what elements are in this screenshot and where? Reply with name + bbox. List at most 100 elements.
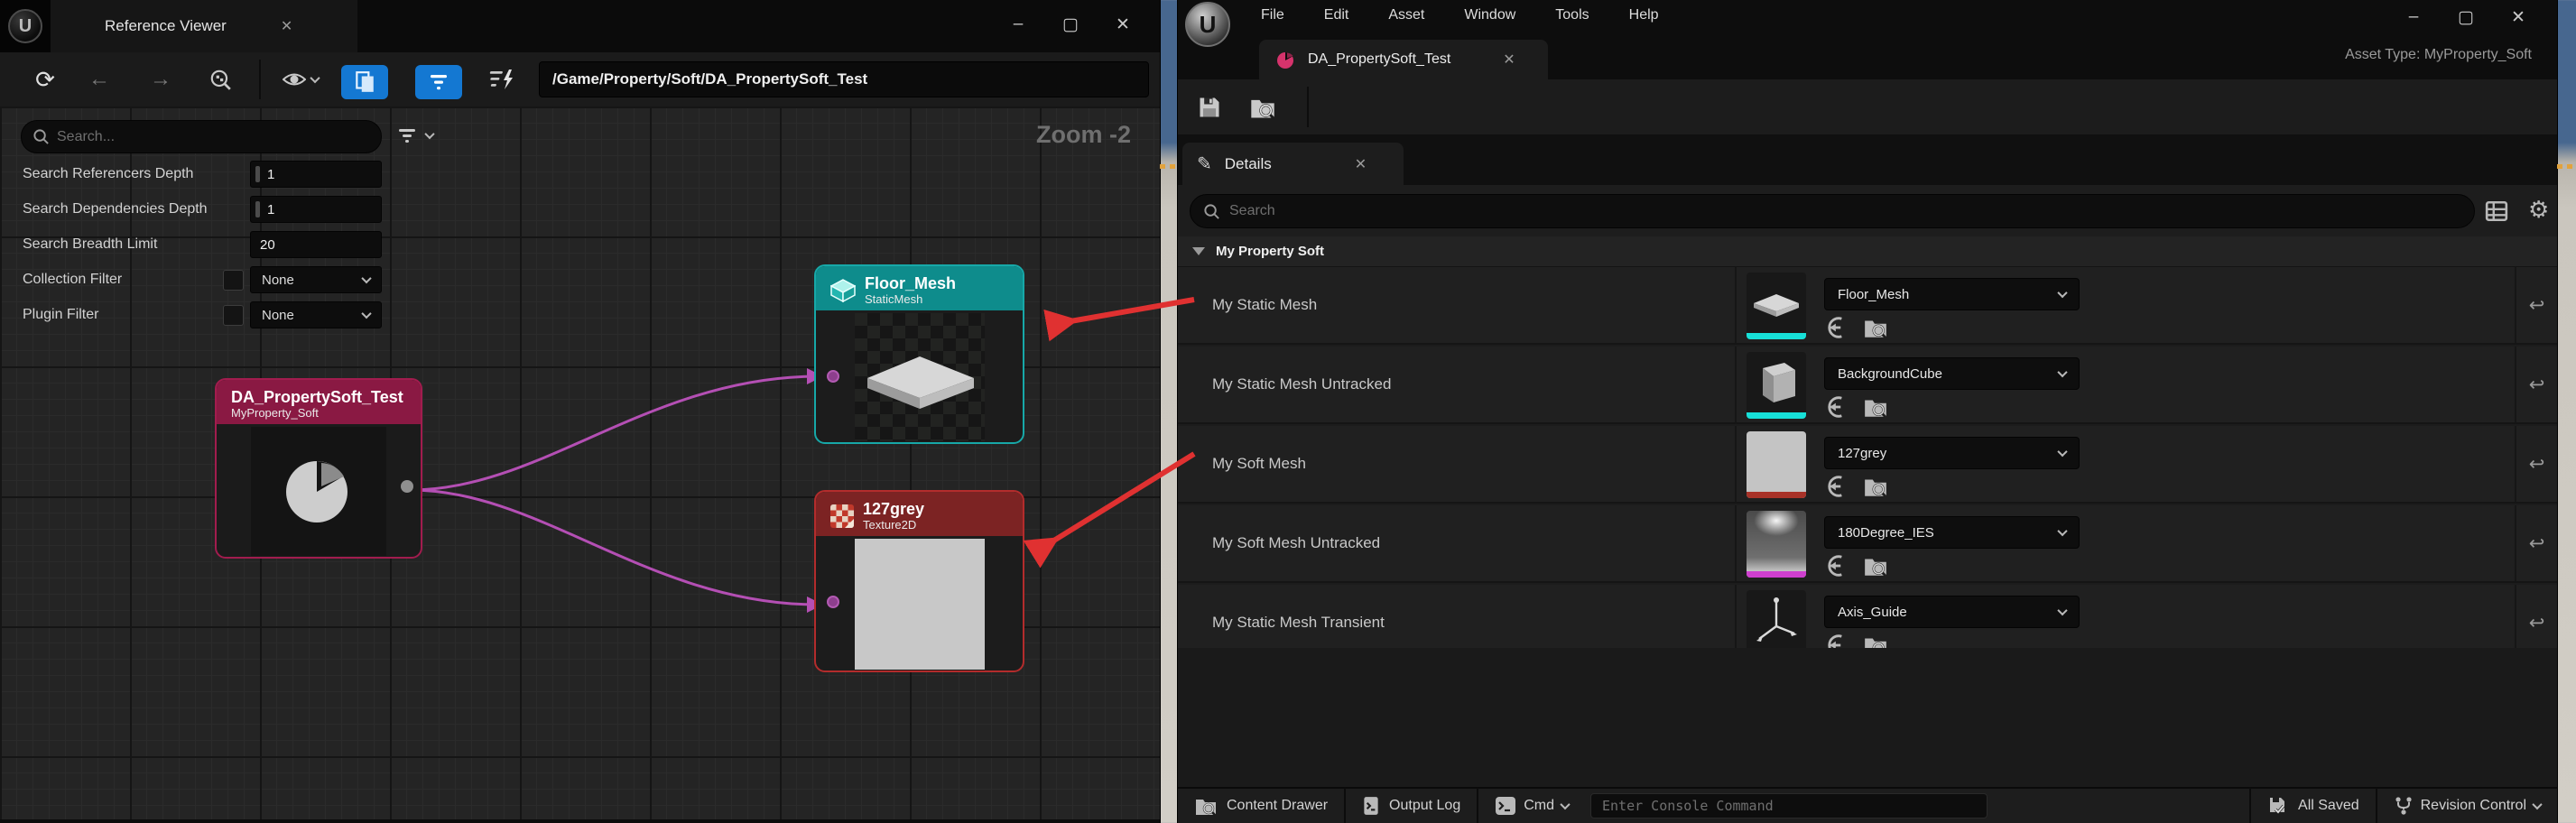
asset-picker-dropdown[interactable]: 180Degree_IES [1824,516,2080,549]
details-search-box[interactable] [1190,194,2475,228]
asset-thumbnail-127grey[interactable] [1747,431,1806,498]
reset-to-default-icon[interactable]: ↩ [2529,294,2545,317]
close-button[interactable]: ✕ [1097,9,1149,40]
reset-to-default-icon[interactable]: ↩ [2529,532,2545,555]
save-icon[interactable] [1191,79,1228,135]
category-my-property-soft[interactable]: My Property Soft [1178,236,2557,267]
display-grid-icon[interactable] [2485,200,2508,222]
cmd-selector[interactable]: Cmd [1478,789,1585,823]
chevron-down-icon [310,73,320,83]
back-icon[interactable]: ← [81,52,117,106]
filters-button[interactable] [415,65,462,99]
menu-file[interactable]: File [1261,7,1284,23]
referencers-depth-input[interactable]: 1 [250,161,382,188]
console-command-input[interactable] [1602,798,1963,814]
menu-window[interactable]: Window [1464,7,1515,23]
browse-to-asset-icon[interactable] [1863,475,1888,498]
search-icon [32,128,50,145]
node-subtitle: Texture2D [863,518,924,532]
asset-editor-window: File Edit Asset Window Tools Help – ▢ ✕ … [1178,0,2557,823]
auto-filters-icon[interactable] [480,52,524,106]
reference-graph-canvas[interactable]: DA_PropertySoft_Test MyProperty_Soft [0,106,1160,823]
menu-help[interactable]: Help [1629,7,1659,23]
close-tab-icon[interactable]: ✕ [1503,51,1515,69]
browse-to-asset-icon[interactable] [1863,554,1888,578]
graph-search-input[interactable] [57,129,346,145]
asset-picker-dropdown[interactable]: Floor_Mesh [1824,278,2080,310]
chevron-down-icon [1560,800,1570,809]
content-drawer-button[interactable]: Content Drawer [1178,789,1344,823]
node-title: DA_PropertySoft_Test [231,388,403,406]
reference-viewer-window: U Reference Viewer ✕ – ▢ ✕ ⟳ ← → [0,0,1160,823]
asset-picker-dropdown[interactable]: Axis_Guide [1824,596,2080,628]
title-bar[interactable]: U Reference Viewer ✕ – ▢ ✕ [0,0,1160,52]
chevron-down-icon [2057,526,2067,536]
close-button[interactable]: ✕ [2492,2,2544,32]
all-saved-button[interactable]: All Saved [2251,789,2376,823]
use-selected-asset-icon[interactable] [1826,554,1849,578]
close-tab-icon[interactable]: ✕ [1355,155,1367,173]
use-selected-asset-icon[interactable] [1826,316,1849,339]
forward-icon[interactable]: → [143,52,179,106]
tab-reference-viewer[interactable]: Reference Viewer ✕ [51,0,357,52]
graph-filter-menu[interactable] [397,126,433,144]
spinner-handle[interactable] [255,201,260,217]
minimize-button[interactable]: – [2387,2,2440,32]
breadth-limit-input[interactable]: 20 [250,231,382,258]
details-search-input[interactable] [1229,203,2403,219]
output-pin[interactable] [401,480,413,493]
menu-asset[interactable]: Asset [1388,7,1424,23]
asset-thumbnail-floor-mesh[interactable] [1747,273,1806,339]
minimize-button[interactable]: – [992,9,1044,40]
maximize-button[interactable]: ▢ [1044,9,1097,40]
plugin-filter-checkbox[interactable] [223,305,244,326]
dependencies-depth-input[interactable]: 1 [250,196,382,223]
graph-node-floor-mesh[interactable]: Floor_Mesh StaticMesh [814,264,1024,444]
settings-gear-icon[interactable]: ⚙ [2528,196,2549,224]
graph-search-box[interactable] [21,120,382,153]
spinner-handle[interactable] [255,166,260,182]
visibility-options-icon[interactable] [275,52,326,106]
browse-to-asset-icon[interactable] [1863,316,1888,339]
close-tab-icon[interactable]: ✕ [281,17,292,35]
refresh-icon[interactable]: ⟳ [27,52,63,106]
graph-node-asset[interactable]: DA_PropertySoft_Test MyProperty_Soft [215,378,422,559]
collection-filter-checkbox[interactable] [223,270,244,291]
details-search-row: ⚙ [1178,185,2557,236]
menu-edit[interactable]: Edit [1324,7,1349,23]
asset-picker-dropdown[interactable]: BackgroundCube [1824,357,2080,390]
search-icon [1203,203,1220,220]
show-duplicates-button[interactable] [341,65,388,99]
find-in-graph-icon[interactable] [200,52,240,106]
collection-filter-dropdown[interactable]: None [250,266,382,293]
reset-to-default-icon[interactable]: ↩ [2529,453,2545,476]
graph-node-127grey[interactable]: 127grey Texture2D [814,490,1024,672]
console-icon [1495,796,1516,816]
asset-path-field[interactable]: /Game/Property/Soft/DA_PropertySoft_Test [539,61,1149,97]
asset-thumbnail-background-cube[interactable] [1747,352,1806,419]
use-selected-asset-icon[interactable] [1826,395,1849,419]
asset-thumbnail-ies-profile[interactable] [1747,511,1806,578]
asset-picker-dropdown[interactable]: 127grey [1824,437,2080,469]
plugin-filter-dropdown[interactable]: None [250,301,382,328]
use-selected-asset-icon[interactable] [1826,475,1849,498]
browse-to-asset-icon[interactable] [1863,395,1888,419]
input-pin[interactable] [827,370,839,383]
tab-da-propertysoft-test[interactable]: DA_PropertySoft_Test ✕ [1259,40,1548,79]
asset-thumbnail-axis-guide[interactable] [1747,590,1806,657]
tab-details[interactable]: ✎ Details ✕ [1182,143,1404,185]
output-log-button[interactable]: Output Log [1346,789,1477,823]
editor-toolbar [1178,79,2557,135]
unreal-logo-icon: U [0,0,51,52]
maximize-button[interactable]: ▢ [2440,2,2492,32]
console-command-box[interactable] [1590,793,1988,818]
browse-to-asset-icon[interactable] [1243,79,1283,135]
reset-to-default-icon[interactable]: ↩ [2529,374,2545,396]
desktop-accent [1160,164,1178,169]
menu-tools[interactable]: Tools [1555,7,1589,23]
input-pin[interactable] [827,596,839,608]
revision-control-button[interactable]: Revision Control [2377,789,2557,823]
details-tab-bar: ✎ Details ✕ [1178,135,2557,185]
filter-label: Collection Filter [23,272,122,288]
reset-to-default-icon[interactable]: ↩ [2529,612,2545,634]
